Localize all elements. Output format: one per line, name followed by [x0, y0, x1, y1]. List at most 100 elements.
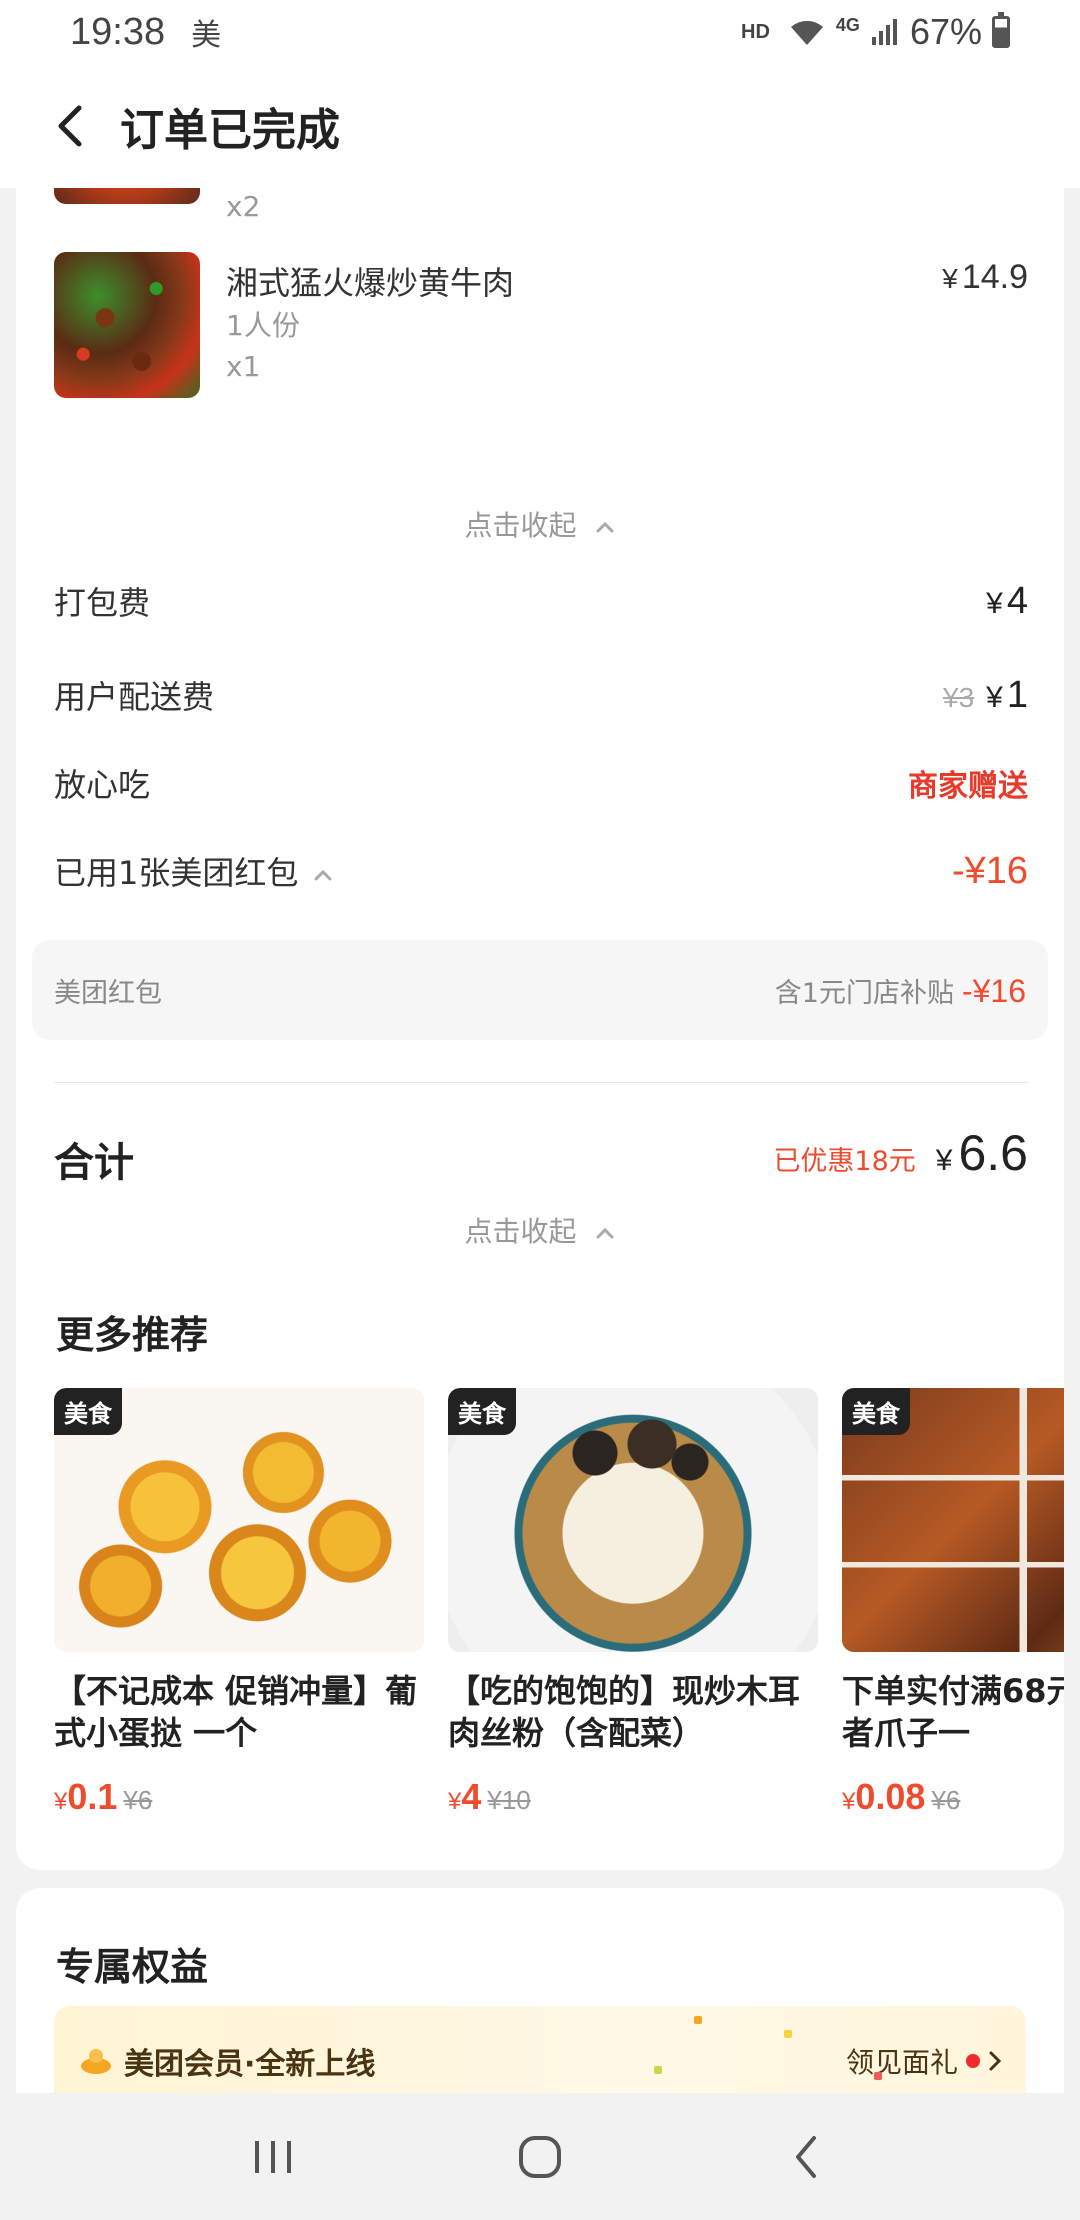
recommendation-card: 更多推荐 美食 【不记成本 促销冲量】葡式小蛋挞 一个 ¥0.1 ¥6 美食 【吃… [16, 1260, 1064, 1870]
recent-apps-icon [255, 2140, 292, 2173]
delivery-fee-value: ¥3 ¥1 [943, 674, 1028, 717]
product-image-egg-tart: 美食 [54, 1388, 424, 1652]
category-tag: 美食 [448, 1388, 516, 1435]
recommendation-item[interactable]: 美食 【不记成本 促销冲量】葡式小蛋挞 一个 ¥0.1 ¥6 [54, 1388, 424, 1838]
coupon-detail-right: 含1元门店补贴 -¥16 [775, 971, 1026, 1010]
status-time: 19:38 [70, 10, 166, 53]
battery-icon [992, 12, 1010, 48]
scroll-content[interactable]: x2 湘式猛火爆炒黄牛肉 1人份 x1 ¥14.9 点击收起 打包费 ¥4 用户… [0, 188, 1080, 2093]
product-image-snacks: 美食 [842, 1388, 1064, 1652]
recommendation-item-title: 下单实付满68元送一个或者爪子一 [842, 1672, 1064, 1752]
status-bar: 19:38 美 HD 4G 67% [0, 0, 1080, 64]
coupon-label-text: 已用1张美团红包 [54, 854, 299, 892]
recommendation-item[interactable]: 美食 下单实付满68元送一个或者爪子一 ¥0.08¥6 [842, 1388, 1064, 1838]
system-nav-bar [0, 2093, 1080, 2220]
member-link-text: 领见面礼 [845, 2046, 958, 2079]
recommendation-item-title: 【吃的饱饱的】现炒木耳肉丝粉（含配菜） [448, 1672, 801, 1752]
delivery-fee-amount: 1 [1006, 673, 1028, 716]
divider [54, 1082, 1028, 1083]
member-hand-icon [81, 2049, 111, 2074]
currency-symbol: ¥ [986, 680, 1003, 714]
packing-fee-row: 打包费 ¥4 [54, 578, 1028, 624]
signal-icon [871, 19, 897, 45]
total-right: 已优惠18元 ¥6.6 [773, 1124, 1028, 1182]
member-banner[interactable]: 美团会员·全新上线 领见面礼 [54, 2006, 1026, 2093]
currency-symbol: ¥ [842, 1788, 856, 1815]
collapse-order-button[interactable]: 点击收起 [16, 1210, 1064, 1250]
member-title: 美团会员·全新上线 [124, 2047, 376, 2082]
chevron-up-icon [314, 869, 332, 881]
confetti-decoration [784, 2030, 792, 2038]
item-price: ¥14.9 [942, 258, 1028, 297]
product-image-beef [54, 252, 200, 398]
coupon-label: 已用1张美团红包 [54, 848, 333, 894]
chevron-right-icon [989, 2051, 1002, 2071]
total-amount: ¥6.6 [936, 1124, 1028, 1182]
coupon-detail-box: 美团红包 含1元门店补贴 -¥16 [32, 940, 1048, 1040]
delivery-fee-row: 用户配送费 ¥3 ¥1 [54, 672, 1028, 718]
item-price-value: 14.9 [961, 258, 1028, 296]
member-gift-link[interactable]: 领见面礼 [846, 2041, 1002, 2081]
recommendation-item-price: ¥0.08 ¥6 [842, 1776, 1064, 1818]
recommendation-title: 更多推荐 [56, 1313, 209, 1357]
notification-dot [966, 2054, 980, 2068]
item-quantity-previous: x2 [226, 190, 261, 223]
packing-fee-label: 打包费 [54, 584, 151, 622]
category-tag: 美食 [54, 1388, 122, 1435]
item-spec: 1人份 [226, 309, 300, 342]
confetti-decoration [874, 2072, 882, 2080]
assurance-label: 放心吃 [54, 766, 151, 804]
recommendation-carousel[interactable]: 美食 【不记成本 促销冲量】葡式小蛋挞 一个 ¥0.1 ¥6 美食 【吃的饱饱的】… [54, 1388, 1064, 1838]
recommendation-item-price: ¥4 ¥10 [448, 1776, 818, 1818]
chevron-up-icon [596, 521, 614, 533]
price-now: 0.08 [855, 1776, 926, 1817]
item-quantity: x1 [226, 350, 261, 383]
collapse-label-bottom: 点击收起 [464, 1215, 577, 1248]
page-header: 订单已完成 [0, 64, 1080, 188]
confetti-decoration [694, 2016, 702, 2024]
coupon-detail-amount: -¥16 [961, 972, 1026, 1009]
wifi-icon [790, 20, 823, 45]
coupon-discount: -¥16 [951, 849, 1028, 892]
delivery-fee-label: 用户配送费 [54, 678, 215, 716]
price-now: 0.1 [67, 1776, 118, 1817]
home-button[interactable] [500, 2117, 580, 2197]
page-title: 订单已完成 [120, 105, 340, 156]
total-value: 6.6 [958, 1125, 1028, 1181]
category-tag: 美食 [842, 1388, 910, 1435]
battery-percent: 67% [909, 11, 982, 52]
total-saved: 已优惠18元 [773, 1146, 916, 1177]
currency-symbol: ¥ [942, 263, 958, 294]
benefits-title: 专属权益 [56, 1945, 209, 1989]
assurance-value: 商家赠送 [908, 769, 1028, 804]
recommendation-item[interactable]: 美食 【吃的饱饱的】现炒木耳肉丝粉（含配菜） ¥4 ¥10 [448, 1388, 818, 1838]
recommendation-item-title: 【不记成本 促销冲量】葡式小蛋挞 一个 [54, 1672, 418, 1752]
benefits-card: 专属权益 美团会员·全新上线 领见面礼 [16, 1888, 1064, 2093]
network-type: 4G [835, 14, 860, 35]
coupon-detail-label: 美团红包 [54, 977, 162, 1009]
back-arrow-icon[interactable] [50, 105, 90, 147]
total-label: 合计 [54, 1140, 134, 1186]
back-icon [795, 2135, 816, 2178]
coupon-row[interactable]: 已用1张美团红包 -¥16 [54, 848, 1028, 894]
chevron-up-icon [596, 1227, 614, 1239]
currency-symbol: ¥ [935, 1144, 953, 1177]
recent-apps-button[interactable] [233, 2117, 313, 2197]
currency-symbol: ¥ [986, 586, 1003, 620]
confetti-decoration [654, 2066, 662, 2074]
price-now: 4 [461, 1776, 482, 1817]
product-image-previous [54, 188, 200, 204]
meituan-notification-icon: 美 [191, 18, 222, 53]
price-original: ¥6 [931, 1785, 961, 1815]
currency-symbol: ¥ [448, 1788, 462, 1815]
coupon-detail-note: 含1元门店补贴 [774, 977, 954, 1009]
back-button[interactable] [767, 2117, 847, 2197]
collapse-items-button[interactable]: 点击收起 [16, 504, 1064, 544]
assurance-row: 放心吃 商家赠送 [54, 760, 1028, 806]
home-icon [518, 2135, 561, 2178]
packing-fee-value: ¥4 [986, 580, 1028, 623]
item-name: 湘式猛火爆炒黄牛肉 [226, 264, 515, 302]
currency-symbol: ¥ [54, 1788, 68, 1815]
price-original: ¥6 [123, 1785, 153, 1815]
price-original: ¥10 [487, 1785, 531, 1815]
